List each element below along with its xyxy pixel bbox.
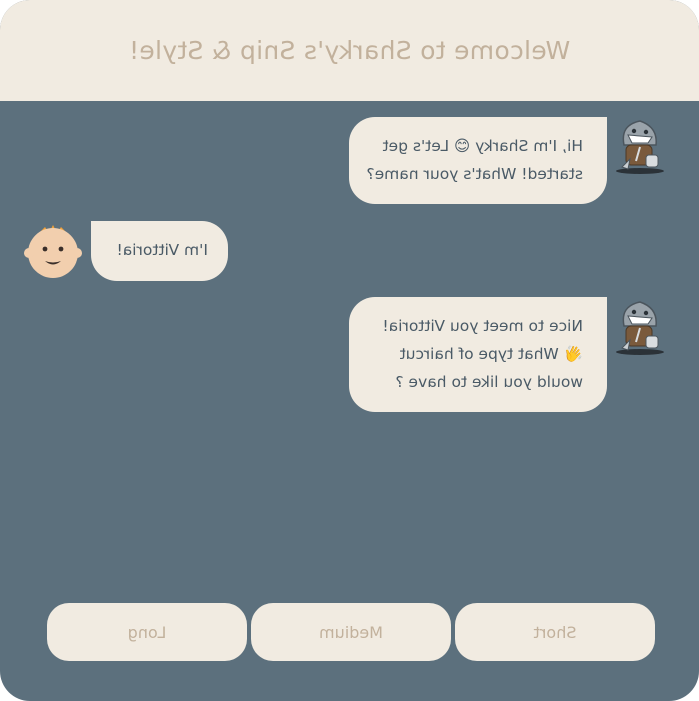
message-line: Hi, I'm Sharky 😊 Let's get — [382, 137, 583, 155]
chat-window: Welcome to Sharky's Snip & Style! Hi, I'… — [0, 0, 699, 701]
page-title: Welcome to Sharky's Snip & Style! — [128, 36, 571, 65]
option-long-button[interactable]: Long — [47, 603, 247, 661]
message-bubble-user: I'm Vittoria! — [91, 221, 228, 281]
message-line: would you like to have ? — [395, 373, 583, 391]
shark-avatar-icon — [610, 115, 670, 175]
message-bubble-bot: Hi, I'm Sharky 😊 Let's get started! What… — [349, 117, 607, 204]
header: Welcome to Sharky's Snip & Style! — [0, 0, 699, 101]
shark-avatar-icon — [610, 296, 670, 356]
message-line: I'm Vittoria! — [116, 241, 208, 259]
message-bubble-bot: Nice to meet you Vittoria! 👋 What type o… — [349, 297, 607, 412]
option-medium-button[interactable]: Medium — [251, 603, 451, 661]
message-line: 👋 What type of haircut — [399, 345, 583, 363]
option-short-button[interactable]: Short — [455, 603, 655, 661]
user-avatar-icon — [23, 221, 83, 281]
mirrored-view: Welcome to Sharky's Snip & Style! Hi, I'… — [0, 0, 699, 701]
message-line: started! What's your name? — [366, 165, 583, 183]
message-line: Nice to meet you Vittoria! — [382, 317, 583, 335]
